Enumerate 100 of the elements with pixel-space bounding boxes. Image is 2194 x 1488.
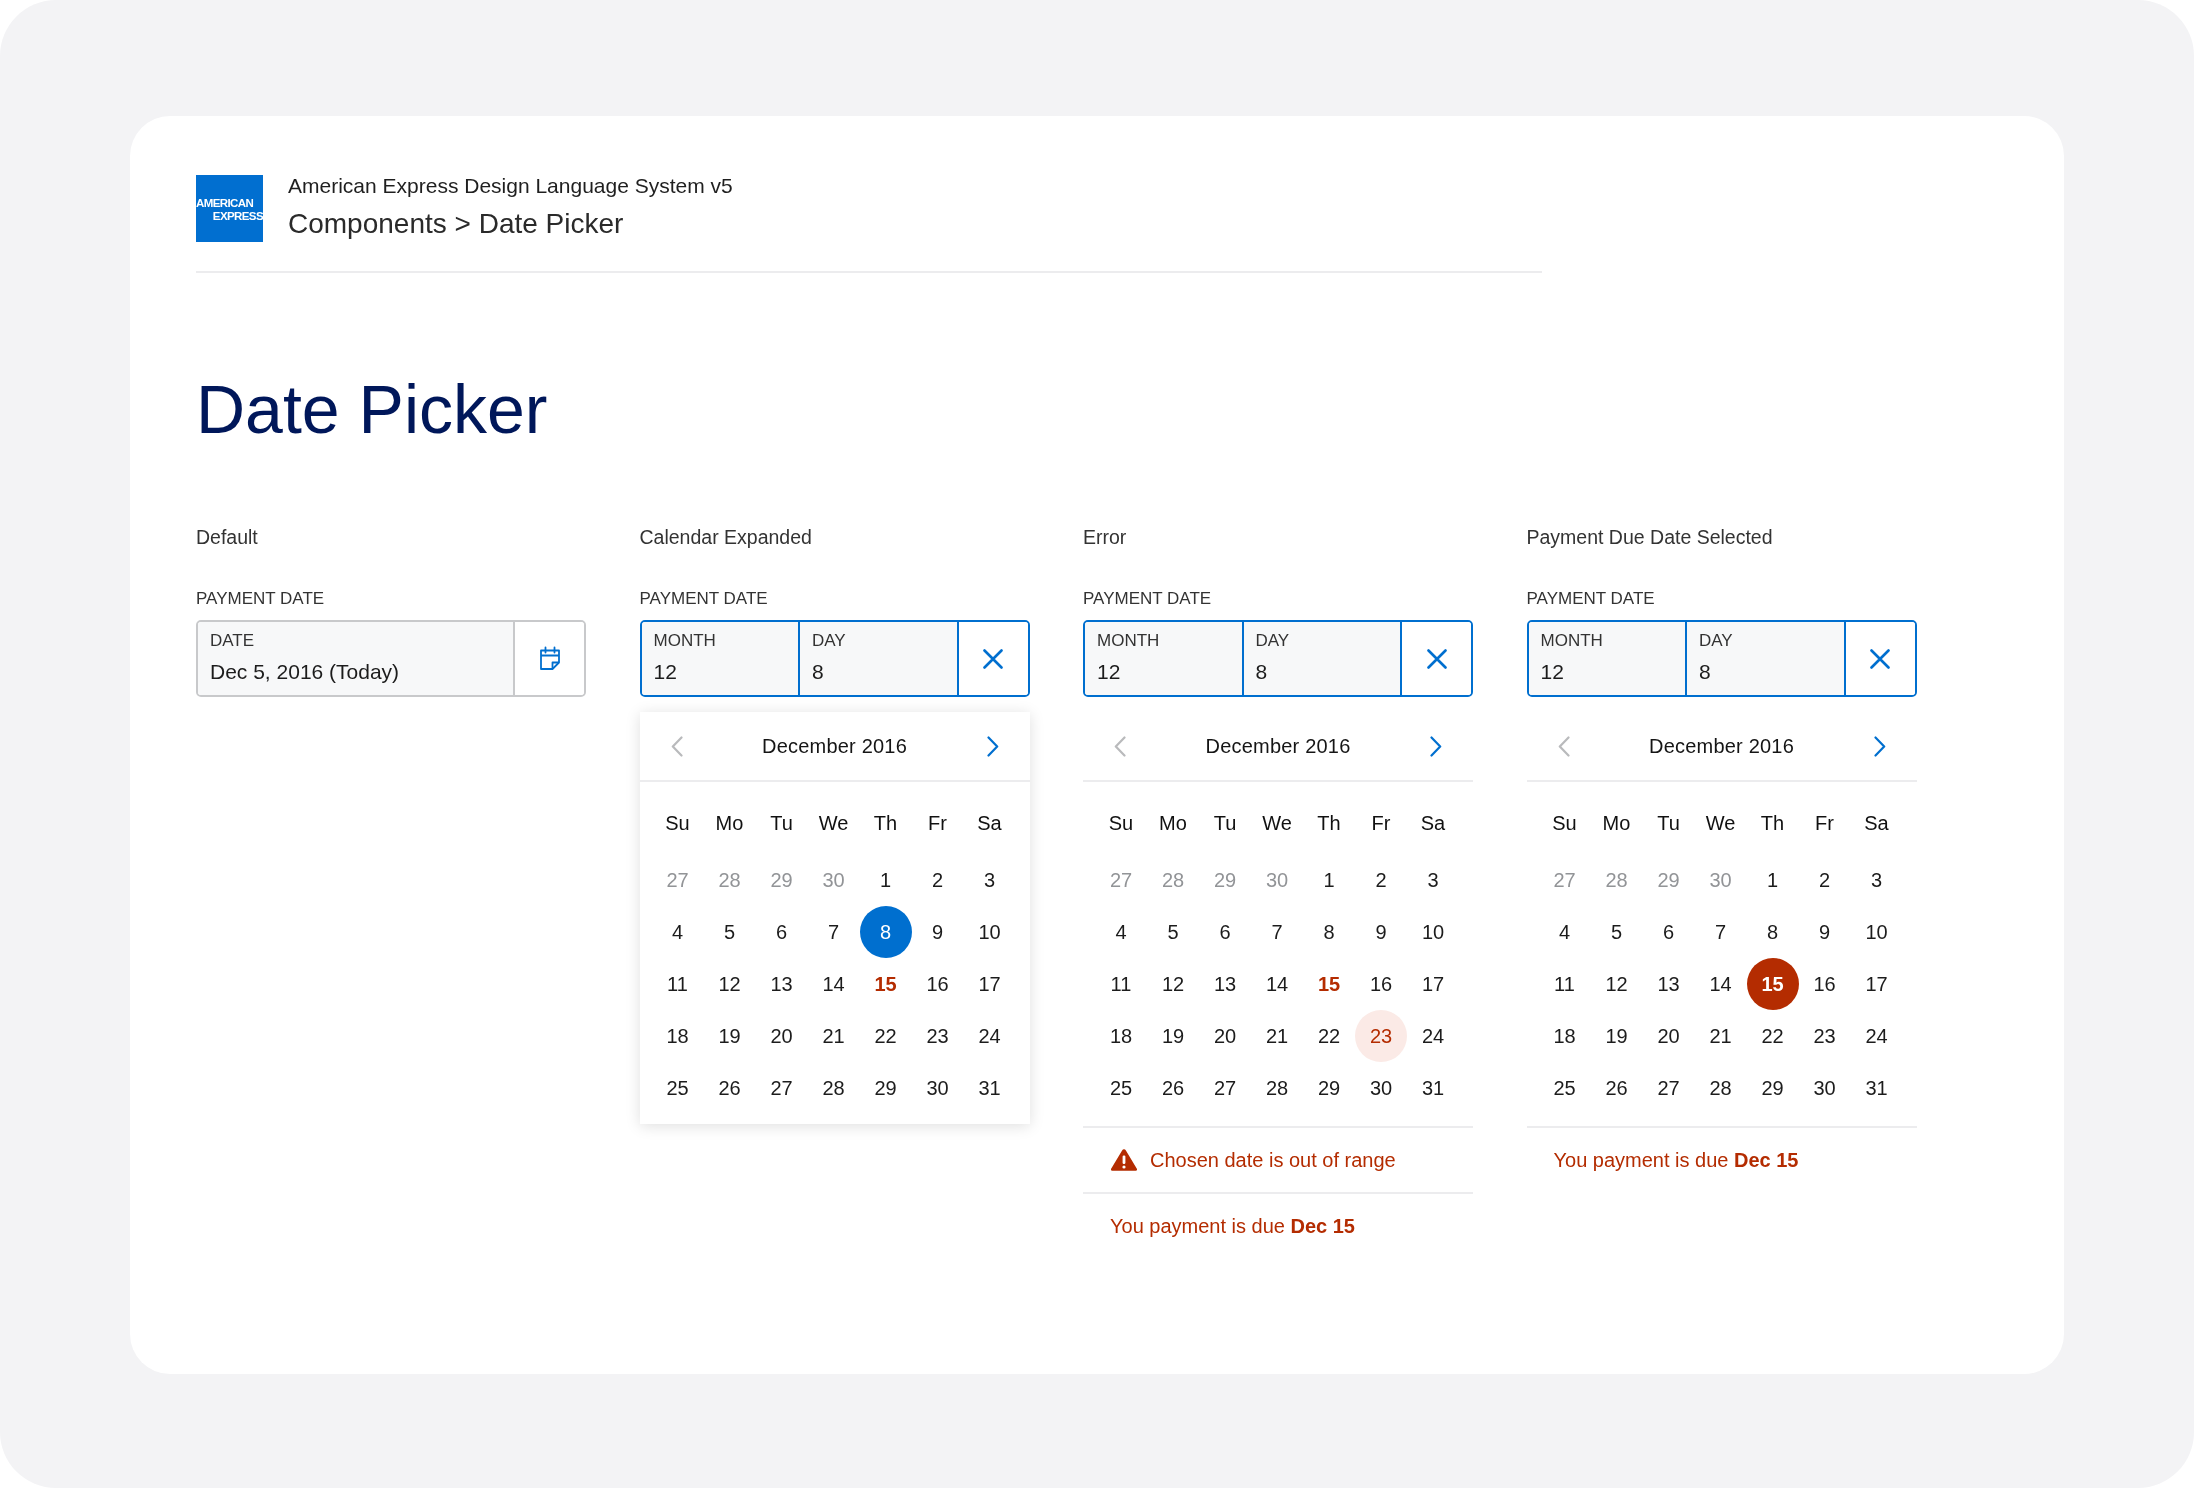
calendar-day[interactable]: 6: [1199, 906, 1251, 958]
calendar-day[interactable]: 29: [1303, 1062, 1355, 1114]
calendar-day[interactable]: 11: [651, 958, 704, 1010]
calendar-day[interactable]: 27: [1199, 1062, 1251, 1114]
calendar-day[interactable]: 29: [1746, 1062, 1799, 1114]
calendar-day[interactable]: 10: [1850, 906, 1903, 958]
calendar-day[interactable]: 1: [1746, 854, 1799, 906]
calendar-day[interactable]: 22: [1746, 1010, 1799, 1062]
calendar-day[interactable]: 25: [1095, 1062, 1147, 1114]
calendar-day[interactable]: 19: [703, 1010, 756, 1062]
calendar-day[interactable]: 24: [1850, 1010, 1903, 1062]
calendar-day[interactable]: 7: [807, 906, 860, 958]
calendar-day[interactable]: 8: [1746, 906, 1799, 958]
calendar-day[interactable]: 30: [1798, 1062, 1851, 1114]
calendar-day[interactable]: 22: [859, 1010, 912, 1062]
calendar-day[interactable]: 25: [1538, 1062, 1591, 1114]
calendar-day[interactable]: 21: [1251, 1010, 1303, 1062]
calendar-day[interactable]: 9: [1798, 906, 1851, 958]
calendar-day[interactable]: 14: [807, 958, 860, 1010]
calendar-day[interactable]: 12: [703, 958, 756, 1010]
calendar-day[interactable]: 5: [703, 906, 756, 958]
calendar-day[interactable]: 26: [1590, 1062, 1643, 1114]
calendar-day[interactable]: 2: [911, 854, 964, 906]
calendar-day[interactable]: 26: [1147, 1062, 1199, 1114]
calendar-day[interactable]: 5: [1147, 906, 1199, 958]
calendar-day[interactable]: 16: [1355, 958, 1407, 1010]
calendar-day[interactable]: 6: [755, 906, 808, 958]
calendar-day[interactable]: 26: [703, 1062, 756, 1114]
calendar-day[interactable]: 3: [1850, 854, 1903, 906]
calendar-day[interactable]: 24: [1407, 1010, 1459, 1062]
input-field[interactable]: DAY 8: [1687, 622, 1846, 695]
calendar-day[interactable]: 23: [1798, 1010, 1851, 1062]
calendar-day[interactable]: 31: [1850, 1062, 1903, 1114]
calendar-day[interactable]: 24: [963, 1010, 1016, 1062]
calendar-day[interactable]: 21: [807, 1010, 860, 1062]
calendar-day[interactable]: 7: [1251, 906, 1303, 958]
calendar-day[interactable]: 12: [1590, 958, 1643, 1010]
calendar-day[interactable]: 11: [1095, 958, 1147, 1010]
calendar-day[interactable]: 20: [1199, 1010, 1251, 1062]
calendar-day[interactable]: 10: [1407, 906, 1459, 958]
calendar-day[interactable]: 31: [963, 1062, 1016, 1114]
calendar-day[interactable]: 17: [1407, 958, 1459, 1010]
calendar-day[interactable]: 8: [1303, 906, 1355, 958]
calendar-day[interactable]: 20: [755, 1010, 808, 1062]
calendar-day[interactable]: 10: [963, 906, 1016, 958]
calendar-day[interactable]: 28: [1694, 1062, 1747, 1114]
calendar-day[interactable]: 4: [651, 906, 704, 958]
calendar-day[interactable]: 17: [1850, 958, 1903, 1010]
calendar-day[interactable]: 25: [651, 1062, 704, 1114]
input-field[interactable]: DAY 8: [1243, 622, 1402, 695]
calendar-day[interactable]: 18: [1095, 1010, 1147, 1062]
calendar-day[interactable]: 31: [1407, 1062, 1459, 1114]
input-field[interactable]: MONTH 12: [641, 622, 800, 695]
calendar-day[interactable]: 4: [1095, 906, 1147, 958]
calendar-day[interactable]: 3: [1407, 854, 1459, 906]
calendar-day[interactable]: 16: [911, 958, 964, 1010]
calendar-day[interactable]: 15: [1303, 958, 1355, 1010]
calendar-day[interactable]: 16: [1798, 958, 1851, 1010]
input-field[interactable]: MONTH 12: [1528, 622, 1687, 695]
calendar-day[interactable]: 28: [1251, 1062, 1303, 1114]
calendar-day[interactable]: 12: [1147, 958, 1199, 1010]
calendar-day[interactable]: 19: [1590, 1010, 1643, 1062]
calendar-day[interactable]: 5: [1590, 906, 1643, 958]
calendar-day[interactable]: 9: [1355, 906, 1407, 958]
input-field[interactable]: MONTH 12: [1085, 622, 1244, 695]
calendar-day[interactable]: 20: [1642, 1010, 1695, 1062]
chevron-right-icon[interactable]: [1430, 735, 1442, 757]
calendar-day[interactable]: 15: [1746, 958, 1799, 1010]
calendar-day[interactable]: 8: [859, 906, 912, 958]
calendar-day[interactable]: 14: [1694, 958, 1747, 1010]
calendar-day[interactable]: 7: [1694, 906, 1747, 958]
chevron-right-icon[interactable]: [1873, 735, 1886, 757]
input-field[interactable]: DAY 8: [800, 622, 959, 695]
calendar-day[interactable]: 14: [1251, 958, 1303, 1010]
calendar-day[interactable]: 18: [651, 1010, 704, 1062]
calendar-day[interactable]: 6: [1642, 906, 1695, 958]
calendar-day[interactable]: 22: [1303, 1010, 1355, 1062]
calendar-day[interactable]: 9: [911, 906, 964, 958]
calendar-day[interactable]: 21: [1694, 1010, 1747, 1062]
calendar-day[interactable]: 3: [963, 854, 1016, 906]
calendar-day[interactable]: 17: [963, 958, 1016, 1010]
calendar-day[interactable]: 13: [1199, 958, 1251, 1010]
calendar-day[interactable]: 1: [859, 854, 912, 906]
calendar-day[interactable]: 28: [807, 1062, 860, 1114]
calendar-day[interactable]: 11: [1538, 958, 1591, 1010]
input-field[interactable]: DATE Dec 5, 2016 (Today): [198, 622, 515, 695]
calendar-day[interactable]: 23: [1355, 1010, 1407, 1062]
calendar-day[interactable]: 2: [1798, 854, 1851, 906]
calendar-day[interactable]: 2: [1355, 854, 1407, 906]
chevron-right-icon[interactable]: [986, 735, 999, 757]
calendar-day[interactable]: 30: [911, 1062, 964, 1114]
calendar-day[interactable]: 30: [1355, 1062, 1407, 1114]
calendar-day[interactable]: 27: [1642, 1062, 1695, 1114]
calendar-day[interactable]: 23: [911, 1010, 964, 1062]
calendar-day[interactable]: 4: [1538, 906, 1591, 958]
calendar-day[interactable]: 13: [1642, 958, 1695, 1010]
calendar-day[interactable]: 19: [1147, 1010, 1199, 1062]
calendar-day[interactable]: 18: [1538, 1010, 1591, 1062]
calendar-day[interactable]: 1: [1303, 854, 1355, 906]
calendar-day[interactable]: 13: [755, 958, 808, 1010]
